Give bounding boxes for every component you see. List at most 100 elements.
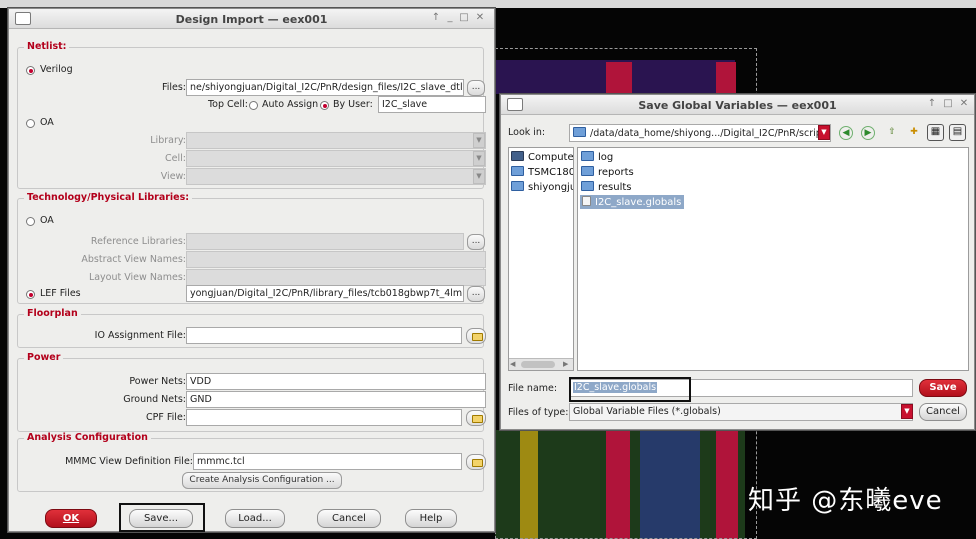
list-item[interactable]: results — [581, 181, 632, 193]
abstract-view-names-label: Abstract View Names: — [81, 254, 186, 265]
scroll-right-icon[interactable]: ▶ — [563, 360, 572, 369]
oa-tech-label: OA — [40, 215, 54, 226]
maximize-icon[interactable]: □ — [942, 98, 954, 109]
auto-assign-radio[interactable] — [249, 101, 258, 110]
netlist-group: Netlist: Verilog Files: ne/shiyongjuan/D… — [17, 41, 486, 189]
folder-icon — [511, 166, 524, 176]
window-title: Design Import — eex001 — [175, 13, 328, 26]
by-user-radio[interactable] — [320, 101, 329, 110]
oa-netlist-radio[interactable] — [26, 119, 35, 128]
detail-view-icon[interactable]: ▤ — [949, 124, 966, 141]
list-item[interactable]: log — [581, 151, 613, 163]
cpf-file-folder-icon[interactable] — [466, 410, 486, 426]
sidebar-item-home[interactable]: shiyongju — [511, 181, 573, 193]
power-nets-field[interactable]: VDD — [186, 373, 486, 390]
save-global-variables-window: Save Global Variables — eex001 ↑ □ ✕ Loo… — [500, 94, 975, 430]
help-button[interactable]: Help — [405, 509, 457, 528]
maximize-icon[interactable]: □ — [458, 12, 470, 23]
design-import-window: Design Import — eex001 ↑ _ □ ✕ Netlist: … — [8, 8, 495, 532]
power-nets-label: Power Nets: — [129, 376, 186, 387]
save-button-highlight — [119, 503, 205, 532]
power-title: Power — [24, 352, 64, 363]
library-label: Library: — [150, 135, 186, 146]
lef-files-radio[interactable] — [26, 290, 35, 299]
ground-nets-field[interactable]: GND — [186, 391, 486, 408]
cancel-button[interactable]: Cancel — [317, 509, 381, 528]
file-name-highlight — [569, 377, 691, 402]
scroll-left-icon[interactable]: ◀ — [510, 360, 519, 369]
lef-files-label: LEF Files — [40, 288, 81, 299]
dialog-cancel-label: Cancel — [926, 406, 960, 417]
minimize-icon[interactable]: _ — [444, 12, 456, 23]
sidebar-item-computer[interactable]: Compute — [511, 151, 573, 163]
cancel-button-label: Cancel — [332, 513, 366, 524]
floorplan-group: Floorplan IO Assignment File: — [17, 308, 486, 348]
reference-libraries-field — [186, 233, 464, 250]
mmmc-file-folder-icon[interactable] — [466, 454, 486, 470]
sidebar-item-tsmc180[interactable]: TSMC180 — [511, 166, 574, 178]
files-of-type-select[interactable]: Global Variable Files (*.globals) — [569, 403, 913, 421]
load-button[interactable]: Load... — [225, 509, 285, 528]
forward-icon[interactable]: ▶ — [861, 126, 875, 140]
look-in-label: Look in: — [508, 127, 546, 138]
lef-files-field[interactable]: yongjuan/Digital_I2C/PnR/library_files/t… — [186, 285, 464, 302]
layout-view-names-label: Layout View Names: — [88, 272, 186, 283]
chevron-down-icon[interactable]: ▼ — [818, 125, 830, 140]
ok-button-label: OK — [62, 513, 80, 524]
list-item[interactable]: reports — [581, 166, 634, 178]
io-assignment-field[interactable] — [186, 327, 462, 344]
file-name: reports — [598, 167, 634, 178]
save-dialog-title: Save Global Variables — eex001 — [638, 99, 837, 112]
folder-icon — [581, 151, 594, 161]
folder-icon — [573, 127, 586, 137]
oa-tech-radio[interactable] — [26, 217, 35, 226]
view-select — [186, 168, 486, 185]
topcell-field[interactable]: I2C_slave — [378, 96, 486, 113]
layout-view-names-field — [186, 269, 486, 286]
io-assignment-folder-icon[interactable] — [466, 328, 486, 344]
list-view-icon[interactable]: ▦ — [927, 124, 944, 141]
ok-button[interactable]: OK — [45, 509, 97, 528]
close-icon[interactable]: ✕ — [474, 12, 486, 23]
tech-libraries-group: Technology/Physical Libraries: OA Refere… — [17, 192, 486, 304]
chevron-down-icon[interactable]: ▼ — [901, 404, 913, 419]
shade-icon[interactable]: ↑ — [926, 98, 938, 109]
computer-icon — [511, 151, 524, 161]
verilog-files-browse-button[interactable]: ... — [467, 80, 485, 96]
verilog-radio[interactable] — [26, 66, 35, 75]
mmmc-file-label: MMMC View Definition File: — [65, 456, 193, 467]
shade-icon[interactable]: ↑ — [430, 12, 442, 23]
files-label: Files: — [161, 82, 186, 93]
look-in-combo[interactable]: /data/data_home/shiyong.../Digital_I2C/P… — [569, 124, 831, 142]
new-folder-icon[interactable]: ✚ — [907, 126, 921, 140]
reference-libraries-browse-button[interactable]: ... — [467, 234, 485, 250]
floorplan-title: Floorplan — [24, 308, 81, 319]
ground-nets-label: Ground Nets: — [123, 394, 186, 405]
save-dialog-titlebar[interactable]: Save Global Variables — eex001 ↑ □ ✕ — [501, 95, 974, 115]
verilog-label: Verilog — [40, 64, 73, 75]
mmmc-file-field[interactable]: mmmc.tcl — [193, 453, 462, 470]
sidebar-scrollbar[interactable]: ◀ ▶ — [509, 358, 573, 370]
folder-icon — [581, 166, 594, 176]
sidebar-item-label: TSMC180 — [528, 167, 574, 178]
back-icon[interactable]: ◀ — [839, 126, 853, 140]
file-name: log — [598, 152, 614, 163]
lef-files-browse-button[interactable]: ... — [467, 286, 485, 302]
dialog-cancel-button[interactable]: Cancel — [919, 403, 967, 421]
cpf-file-label: CPF File: — [146, 412, 186, 423]
scrollbar-thumb[interactable] — [521, 361, 555, 368]
view-label: View: — [160, 171, 186, 182]
list-item-selected[interactable]: I2C_slave.globals — [580, 195, 685, 209]
analysis-config-group: Analysis Configuration MMMC View Definit… — [17, 432, 486, 492]
create-analysis-config-button[interactable]: Create Analysis Configuration ... — [182, 472, 342, 489]
parent-folder-icon[interactable]: ⇧ — [885, 126, 899, 140]
file-name-label: File name: — [508, 383, 558, 394]
close-icon[interactable]: ✕ — [958, 98, 970, 109]
cpf-file-field[interactable] — [186, 409, 462, 426]
verilog-files-field[interactable]: ne/shiyongjuan/Digital_I2C/PnR/design_fi… — [186, 79, 464, 96]
dialog-save-button[interactable]: Save — [919, 379, 967, 397]
tech-libraries-title: Technology/Physical Libraries: — [24, 192, 193, 203]
design-import-titlebar[interactable]: Design Import — eex001 ↑ _ □ ✕ — [9, 9, 494, 29]
load-button-label: Load... — [238, 513, 272, 524]
power-group: Power Power Nets: VDD Ground Nets: GND C… — [17, 352, 486, 432]
